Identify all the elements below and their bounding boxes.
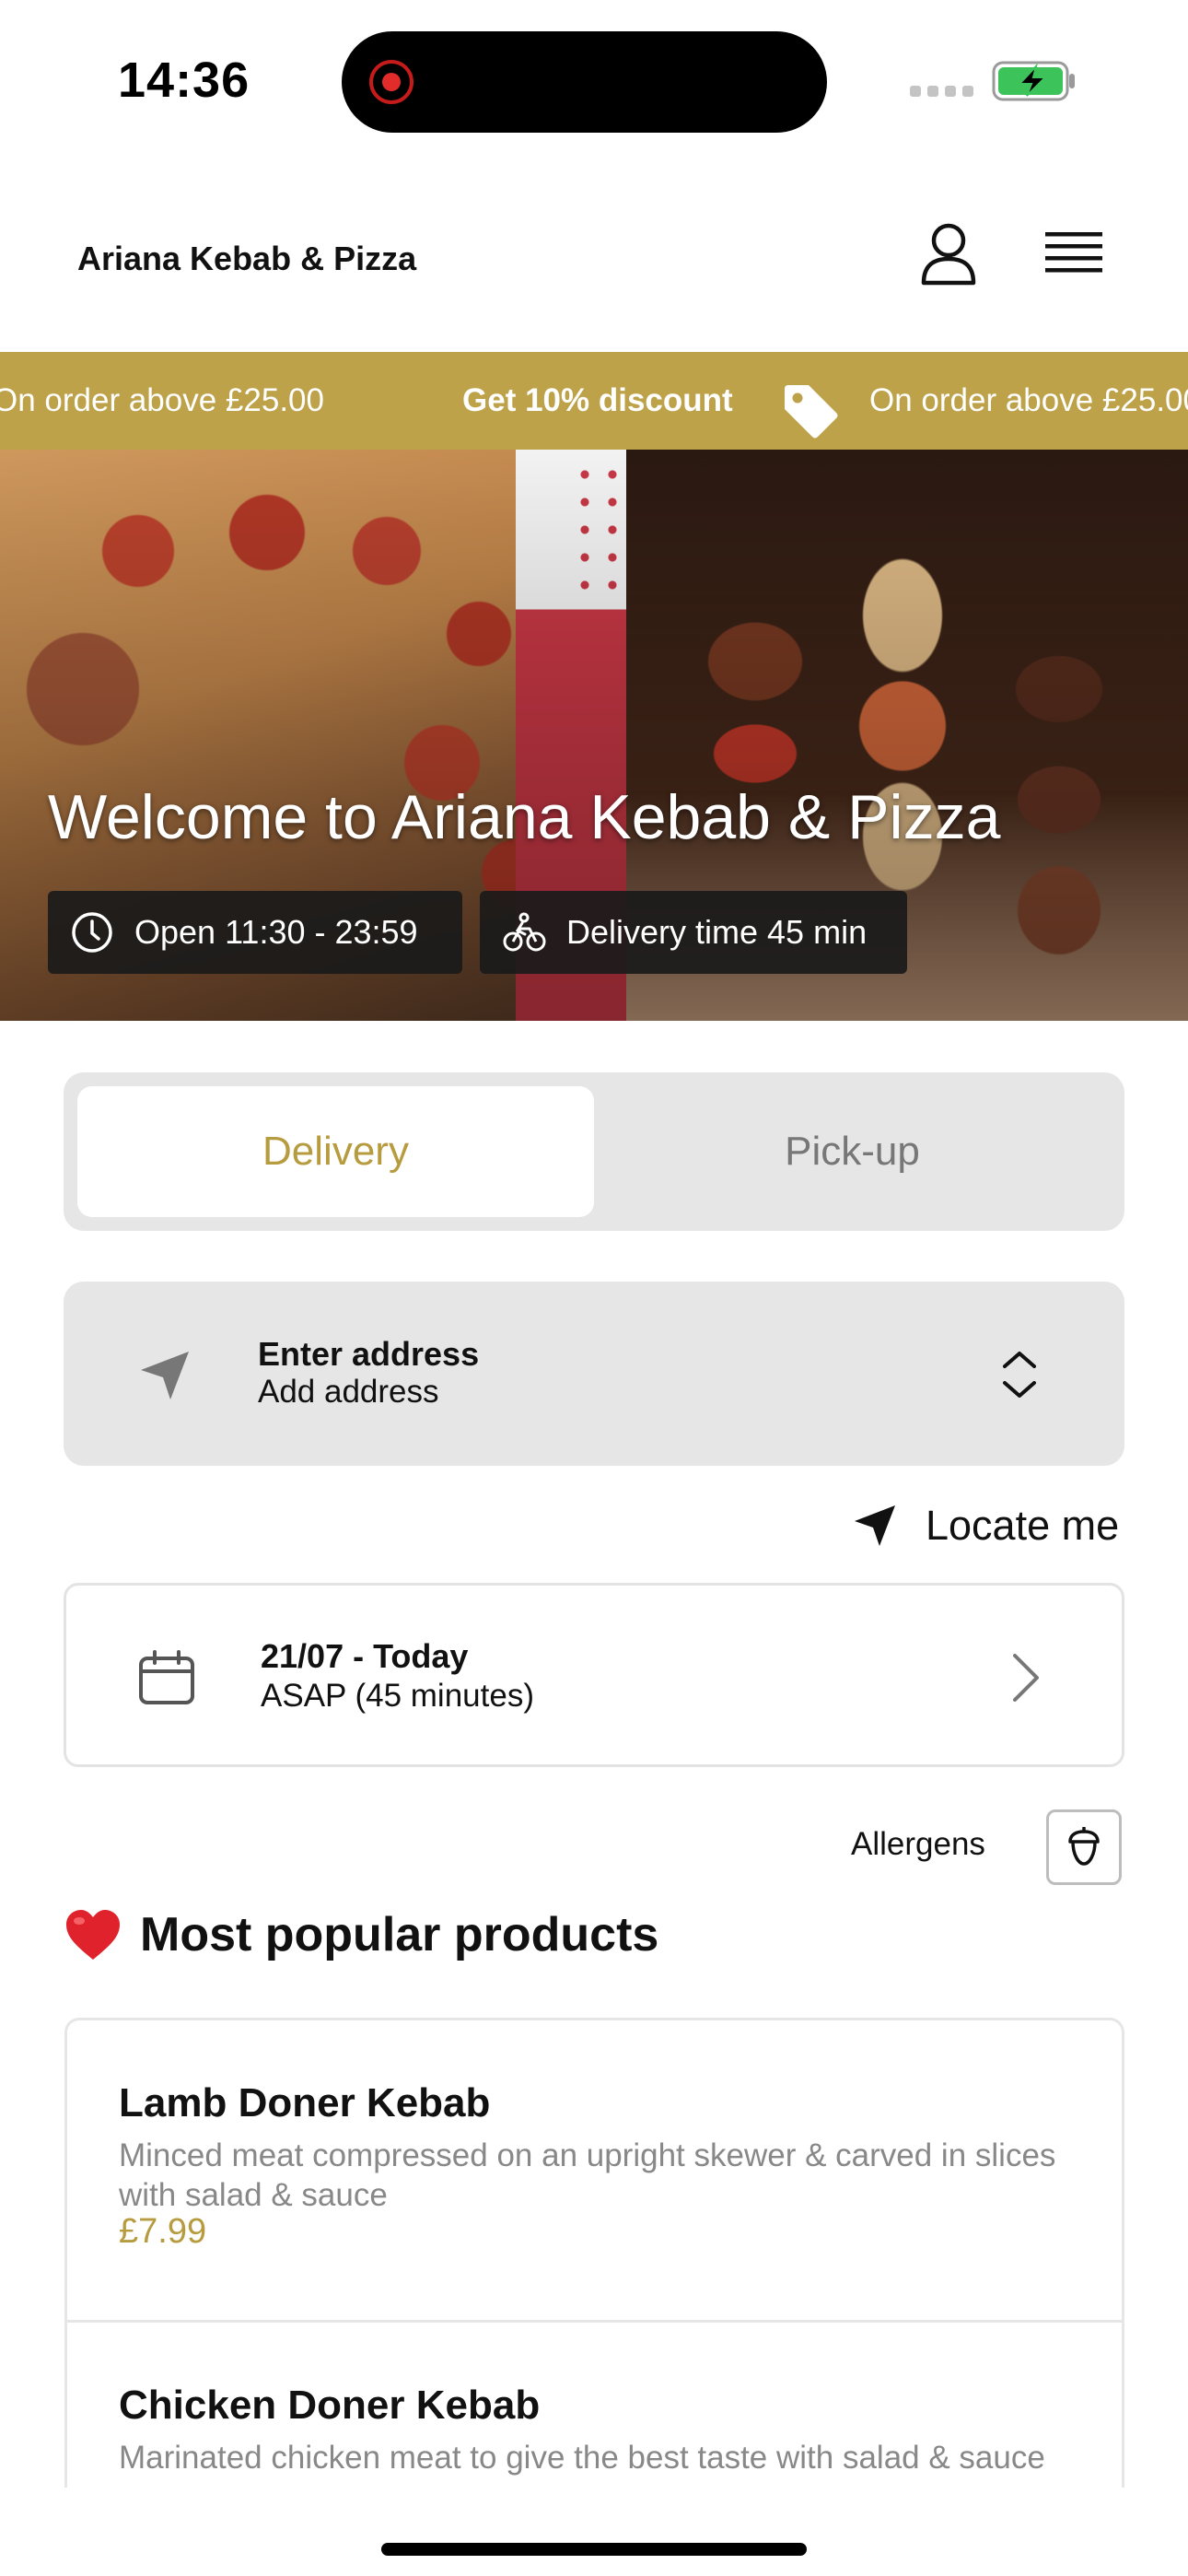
hamburger-menu-icon	[1045, 232, 1102, 273]
order-type-switch: Delivery Pick-up	[64, 1072, 1124, 1231]
account-button[interactable]	[912, 217, 985, 291]
promo-condition-text-repeat: On order above £25.00	[869, 382, 1188, 418]
recording-indicator-icon	[369, 60, 413, 104]
calendar-icon	[139, 1650, 194, 1704]
app-header: Ariana Kebab & Pizza	[0, 184, 1188, 350]
product-name: Chicken Doner Kebab	[119, 2383, 541, 2428]
user-icon	[921, 223, 976, 286]
status-time: 14:36	[118, 53, 250, 108]
delivery-time-selector[interactable]: 21/07 - Today ASAP (45 minutes)	[64, 1583, 1124, 1767]
section-title-text: Most popular products	[140, 1908, 659, 1961]
promo-discount-text: Get 10% discount	[462, 382, 733, 418]
hero-banner: Welcome to Ariana Kebab & Pizza Open 11:…	[0, 450, 1188, 1021]
bicycle-courier-icon	[503, 912, 546, 952]
chevron-right-icon	[1013, 1654, 1039, 1702]
hero-title: Welcome to Ariana Kebab & Pizza	[48, 782, 1001, 852]
product-price: £7.99	[119, 2212, 207, 2251]
promo-condition-text: On order above £25.00	[0, 382, 324, 418]
restaurant-name: Ariana Kebab & Pizza	[77, 240, 417, 277]
delivery-time-badge: Delivery time 45 min	[480, 891, 907, 974]
address-subtitle: Add address	[258, 1374, 439, 1410]
product-card[interactable]: Chicken Doner Kebab Marinated chicken me…	[67, 2320, 1122, 2488]
home-indicator	[381, 2543, 807, 2556]
status-bar: 14:36	[0, 0, 1188, 157]
product-description: Minced meat compressed on an upright ske…	[119, 2137, 1056, 2213]
battery-charging-icon	[992, 61, 1075, 101]
opening-hours-badge: Open 11:30 - 23:59	[48, 891, 462, 974]
clock-icon	[72, 912, 112, 953]
locate-me-label: Locate me	[926, 1502, 1120, 1549]
tab-delivery[interactable]: Delivery	[77, 1086, 594, 1217]
allergens-button[interactable]	[1046, 1809, 1122, 1885]
navigation-arrow-icon	[141, 1352, 189, 1399]
date-subtitle: ASAP (45 minutes)	[261, 1678, 534, 1714]
product-name: Lamb Doner Kebab	[119, 2080, 491, 2125]
menu-button[interactable]	[1037, 217, 1111, 291]
heart-icon	[66, 1910, 120, 1960]
locate-me-button[interactable]: Locate me	[852, 1493, 1119, 1559]
address-selector[interactable]: Enter address Add address	[64, 1282, 1124, 1466]
location-arrow-icon	[855, 1505, 895, 1546]
product-card[interactable]: Lamb Doner Kebab Minced meat compressed …	[67, 2020, 1122, 2320]
opening-hours-text: Open 11:30 - 23:59	[134, 913, 418, 951]
product-list: Lamb Doner Kebab Minced meat compressed …	[64, 2018, 1124, 2488]
product-description: Marinated chicken meat to give the best …	[119, 2440, 1045, 2476]
allergens-label: Allergens	[851, 1826, 985, 1862]
acorn-allergen-icon	[1068, 1827, 1100, 1866]
cellular-signal-icon	[910, 86, 973, 97]
address-title: Enter address	[258, 1335, 480, 1373]
dynamic-island	[342, 31, 827, 133]
price-tag-icon	[785, 385, 838, 439]
promo-banner: On order above £25.00 Get 10% discount O…	[0, 352, 1188, 450]
date-title: 21/07 - Today	[261, 1637, 469, 1675]
delivery-time-text: Delivery time 45 min	[566, 913, 868, 951]
tab-pickup[interactable]: Pick-up	[594, 1086, 1111, 1217]
section-title: Most popular products	[64, 1907, 658, 1962]
chevron-up-down-icon	[1003, 1352, 1036, 1398]
